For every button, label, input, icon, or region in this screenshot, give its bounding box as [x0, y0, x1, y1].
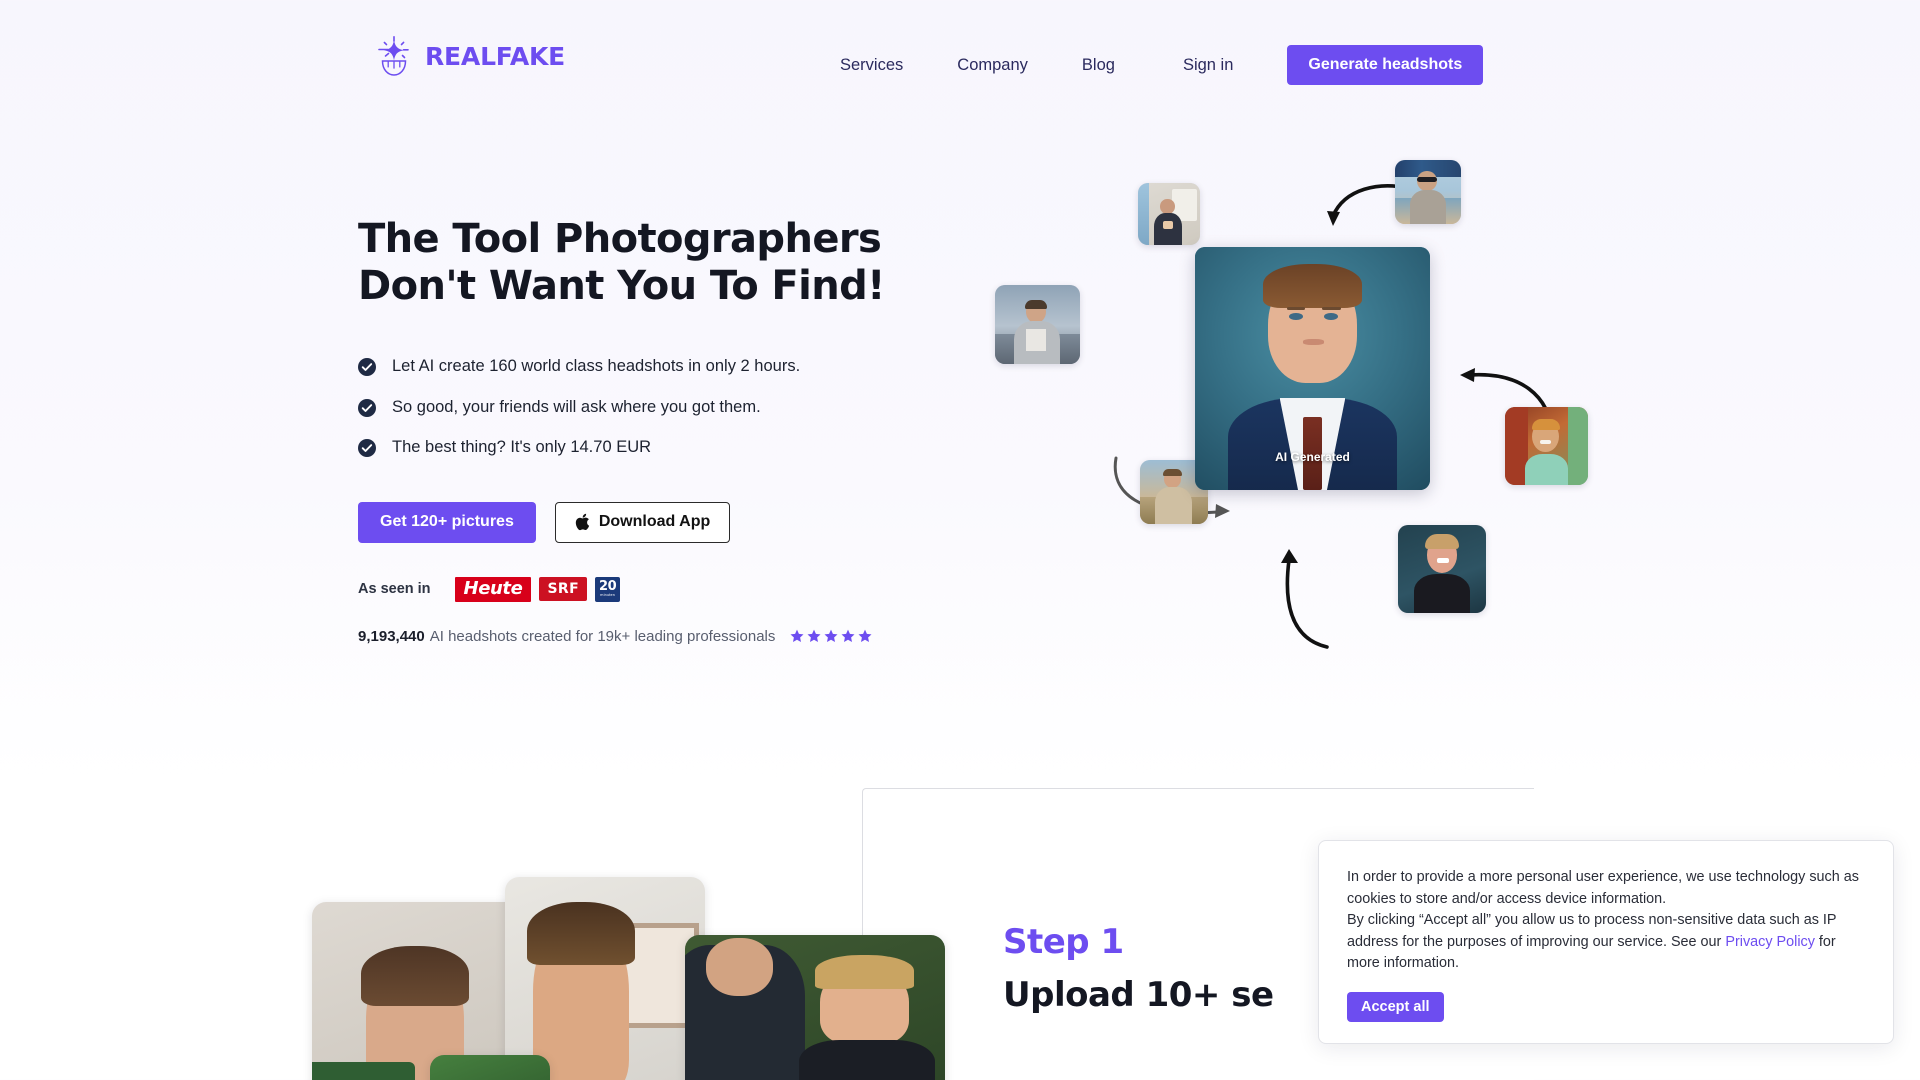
hero-cta-row: Get 120+ pictures Download App [358, 501, 918, 543]
social-proof-row: 9,193,440 AI headshots created for 19k+ … [358, 628, 918, 645]
check-circle-icon [358, 398, 376, 417]
rating-stars [790, 629, 872, 643]
generate-headshots-button[interactable]: Generate headshots [1287, 45, 1484, 85]
list-item: So good, your friends will ask where you… [358, 397, 918, 418]
list-item: The best thing? It's only 14.70 EUR [358, 437, 918, 458]
social-proof-count: 9,193,440 [358, 627, 425, 645]
privacy-policy-link[interactable]: Privacy Policy [1725, 934, 1815, 950]
sparkle-smile-icon [376, 36, 412, 76]
page-title: The Tool Photographers Don't Want You To… [358, 216, 918, 310]
brand-name: REALFAKE [425, 41, 566, 71]
star-icon [824, 629, 838, 643]
press-logo-20minuten-sub: minuten [600, 593, 615, 598]
press-logo-20minuten-number: 20 [599, 579, 617, 595]
star-icon [807, 629, 821, 643]
get-pictures-button[interactable]: Get 120+ pictures [358, 501, 536, 543]
step-eyebrow: Step 1 [1003, 922, 1124, 962]
hero-title-line-2: Don't Want You To Find! [358, 263, 885, 310]
hero-photo-collage: AI Generated [995, 160, 1588, 665]
cookie-paragraph-2: By clicking “Accept all” you allow us to… [1347, 910, 1863, 975]
cookie-paragraph-1: In order to provide a more personal user… [1347, 869, 1859, 907]
nav-item-blog[interactable]: Blog [1082, 50, 1115, 81]
source-photo-thumb [1395, 160, 1461, 224]
step-section-text: Step 1 Upload 10+ se [1003, 922, 1274, 1016]
press-logo-group: Heute SRF 20 minuten [454, 576, 621, 602]
as-seen-in-label: As seen in [358, 581, 431, 598]
press-logo-20minuten: 20 minuten [595, 576, 621, 602]
ai-generated-headshot: AI Generated [1195, 247, 1430, 490]
selfie-upload-stack [312, 877, 950, 1080]
check-circle-icon [358, 438, 376, 457]
download-app-button[interactable]: Download App [554, 501, 731, 543]
hero-title-line-1: The Tool Photographers [358, 216, 882, 262]
cookie-consent-banner: In order to provide a more personal user… [1318, 840, 1894, 1044]
selfie-card [685, 935, 945, 1080]
step-heading: Upload 10+ se [1003, 975, 1274, 1016]
source-photo-thumb [995, 285, 1080, 364]
selfie-card [505, 877, 705, 1080]
list-item: Let AI create 160 world class headshots … [358, 356, 918, 377]
list-item-label: The best thing? It's only 14.70 EUR [392, 438, 652, 457]
nav-item-sign-in[interactable]: Sign in [1183, 50, 1233, 81]
press-logo-srf: SRF [539, 577, 588, 602]
apple-icon [575, 513, 590, 531]
star-icon [858, 629, 872, 643]
star-icon [841, 629, 855, 643]
list-item-label: Let AI create 160 world class headshots … [392, 357, 801, 376]
page-root: REALFAKE Services Company Blog Sign in G… [0, 0, 1920, 1080]
hero-content: The Tool Photographers Don't Want You To… [358, 216, 918, 645]
star-icon [790, 629, 804, 643]
download-app-label: Download App [598, 513, 711, 531]
press-logo-heute: Heute [454, 576, 532, 602]
nav-item-company[interactable]: Company [957, 50, 1028, 81]
list-item-label: So good, your friends will ask where you… [392, 397, 761, 416]
social-proof-text: AI headshots created for 19k+ leading pr… [429, 627, 776, 645]
source-photo-thumb [1505, 407, 1588, 485]
brand-logo[interactable]: REALFAKE [376, 36, 565, 76]
check-circle-icon [358, 358, 376, 377]
source-photo-thumb [1398, 525, 1486, 613]
accept-all-button[interactable]: Accept all [1347, 992, 1444, 1023]
source-photo-thumb [1138, 183, 1200, 245]
nav-item-services[interactable]: Services [840, 50, 903, 81]
main-nav: Services Company Blog Sign in Generate h… [840, 45, 1484, 85]
as-seen-in-row: As seen in Heute SRF 20 minuten [358, 576, 918, 602]
site-header: REALFAKE Services Company Blog Sign in G… [0, 0, 1920, 104]
selfie-card [430, 1055, 550, 1080]
ai-generated-label: AI Generated [1275, 450, 1350, 464]
arrow-bottom-icon [1281, 549, 1329, 649]
hero-benefit-list: Let AI create 160 world class headshots … [358, 356, 918, 458]
